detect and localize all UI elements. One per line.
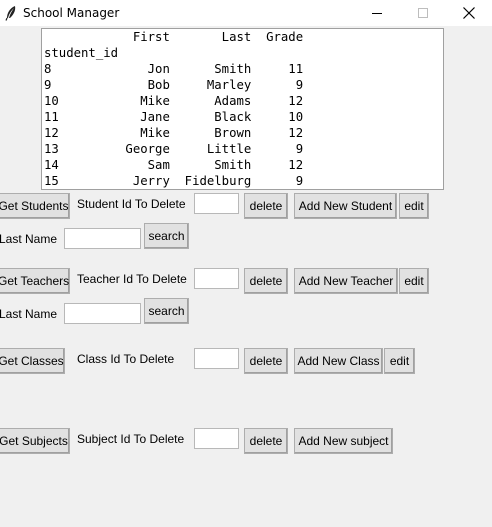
- edit-class-button[interactable]: edit: [384, 348, 415, 374]
- class-id-to-delete-field[interactable]: [194, 348, 239, 369]
- student-last-name-label: Last Name: [0, 232, 58, 246]
- teacher-id-to-delete-label: Teacher Id To Delete: [77, 272, 187, 286]
- get-subjects-button[interactable]: Get Subjects: [0, 428, 70, 454]
- student-search-button[interactable]: search: [144, 223, 189, 249]
- get-classes-button[interactable]: Get Classes: [0, 348, 65, 374]
- class-id-to-delete-label: Class Id To Delete: [77, 352, 175, 366]
- subject-id-to-delete-field[interactable]: [194, 428, 239, 449]
- teacher-last-name-label: Last Name: [0, 307, 58, 321]
- student-id-to-delete-label: Student Id To Delete: [77, 197, 186, 211]
- teacher-id-to-delete-field[interactable]: [194, 268, 239, 289]
- student-id-to-delete-field[interactable]: [194, 193, 239, 214]
- get-students-button[interactable]: Get Students: [0, 193, 70, 219]
- close-button[interactable]: [446, 0, 492, 26]
- delete-teacher-button[interactable]: delete: [244, 268, 288, 294]
- maximize-icon: [418, 8, 428, 18]
- add-new-class-button[interactable]: Add New Class: [294, 348, 383, 374]
- delete-student-button[interactable]: delete: [244, 193, 288, 219]
- minimize-button[interactable]: [354, 0, 400, 26]
- add-new-teacher-button[interactable]: Add New Teacher: [294, 268, 398, 294]
- maximize-button[interactable]: [400, 0, 446, 26]
- close-icon: [463, 7, 475, 19]
- feather-icon: [4, 5, 18, 21]
- edit-teacher-button[interactable]: edit: [399, 268, 429, 294]
- results-table-text: First Last Grade student_id 8 Jon Smith …: [44, 30, 304, 188]
- teacher-search-button[interactable]: search: [144, 298, 189, 324]
- results-textbox[interactable]: First Last Grade student_id 8 Jon Smith …: [41, 28, 444, 190]
- add-new-subject-button[interactable]: Add New subject: [294, 428, 393, 454]
- title-bar: School Manager: [0, 0, 492, 26]
- get-teachers-button[interactable]: Get Teachers: [0, 268, 70, 294]
- window-title: School Manager: [23, 6, 120, 20]
- minimize-icon: [372, 13, 382, 14]
- student-last-name-field[interactable]: [64, 228, 141, 249]
- delete-class-button[interactable]: delete: [244, 348, 288, 374]
- teacher-last-name-field[interactable]: [64, 303, 141, 324]
- delete-subject-button[interactable]: delete: [244, 428, 288, 454]
- add-new-student-button[interactable]: Add New Student: [294, 193, 397, 219]
- subject-id-to-delete-label: Subject Id To Delete: [77, 432, 185, 446]
- edit-student-button[interactable]: edit: [399, 193, 429, 219]
